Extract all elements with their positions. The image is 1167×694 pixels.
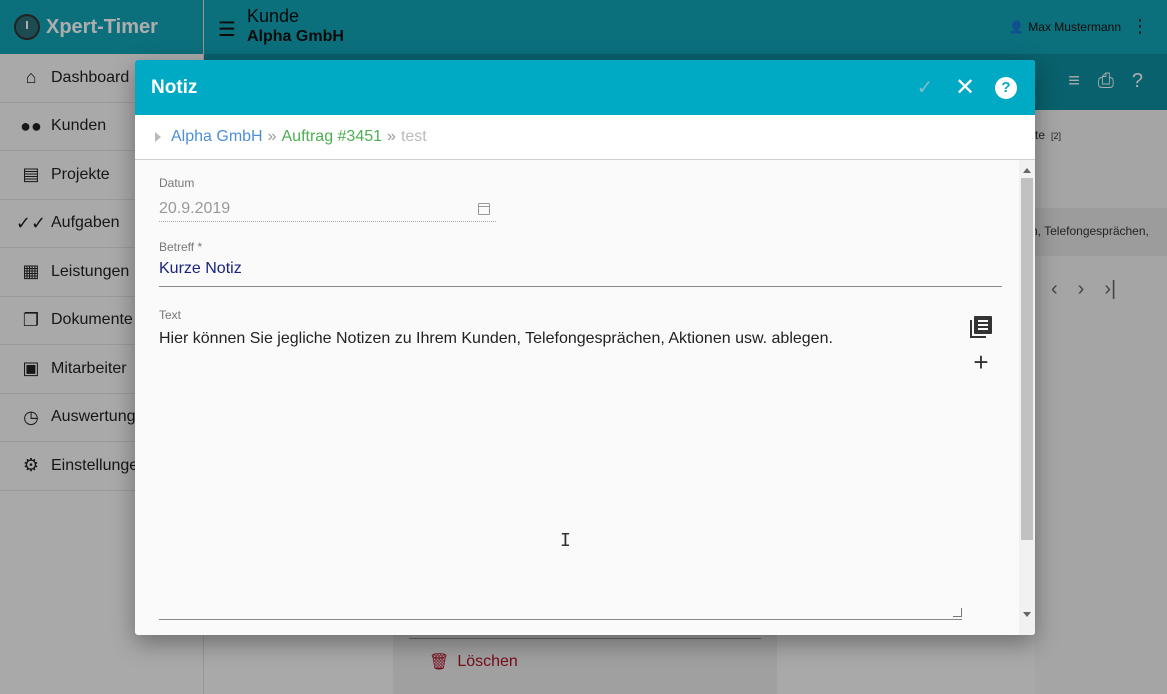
calendar-icon[interactable]	[478, 202, 490, 215]
dialog-title: Notiz	[151, 76, 198, 98]
breadcrumb-current: test	[400, 128, 427, 145]
breadcrumb: Alpha GmbH » Auftrag #3451 » test	[135, 115, 1035, 160]
caret-right-icon[interactable]	[155, 132, 161, 142]
text-field: Text Hier können Sie jegliche Notizen zu…	[159, 308, 962, 620]
text-label: Text	[159, 308, 182, 322]
note-dialog: Notiz ✓ ✕ ? Alpha GmbH » Auftrag #3451 »…	[135, 60, 1035, 635]
betreff-field: Betreff * Kurze Notiz	[159, 240, 1002, 287]
betreff-input[interactable]: Kurze Notiz	[159, 260, 1002, 287]
text-cursor-icon: I	[560, 530, 571, 551]
resize-handle[interactable]	[953, 608, 962, 617]
dialog-body: Datum 20.9.2019 Betreff * Kurze Notiz Te…	[135, 160, 1019, 635]
dialog-header: Notiz ✓ ✕ ?	[135, 60, 1035, 115]
text-actions: +	[970, 316, 992, 375]
check-icon[interactable]: ✓	[915, 77, 935, 99]
betreff-label: Betreff *	[159, 240, 203, 254]
datum-label: Datum	[159, 176, 195, 190]
scrollbar-thumb[interactable]	[1021, 178, 1033, 540]
breadcrumb-customer[interactable]: Alpha GmbH	[171, 128, 263, 146]
close-icon[interactable]: ✕	[955, 74, 975, 101]
text-value: Hier können Sie jegliche Notizen zu Ihre…	[159, 330, 833, 347]
breadcrumb-separator: »	[387, 128, 396, 145]
text-textarea[interactable]: Hier können Sie jegliche Notizen zu Ihre…	[159, 328, 962, 620]
datum-field: Datum 20.9.2019	[159, 176, 496, 222]
scroll-up-icon[interactable]	[1023, 168, 1031, 173]
datum-input[interactable]: 20.9.2019	[159, 196, 496, 222]
dialog-scrollbar[interactable]	[1019, 160, 1035, 635]
breadcrumb-separator: »	[267, 128, 277, 145]
add-icon[interactable]: +	[973, 349, 988, 375]
breadcrumb-order[interactable]: Auftrag #3451	[282, 128, 383, 146]
library-books-icon[interactable]	[970, 316, 992, 338]
datum-value: 20.9.2019	[159, 199, 231, 217]
scroll-down-icon[interactable]	[1023, 612, 1031, 617]
help-icon[interactable]: ?	[995, 76, 1017, 99]
